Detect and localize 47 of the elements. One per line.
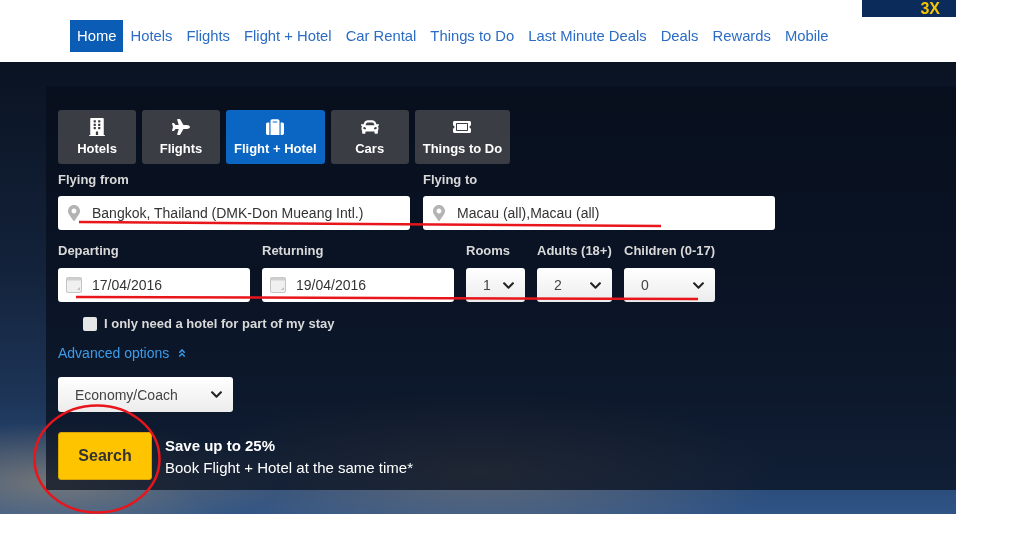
nav-link[interactable]: Home [70, 20, 124, 52]
date-field[interactable]: 17/04/2016 [58, 268, 250, 302]
field-label: Returning [262, 243, 325, 259]
search-tab[interactable]: Cars [330, 110, 409, 164]
calendar-icon [270, 277, 286, 293]
promo-badge: 3X [862, 0, 956, 17]
location-field[interactable]: Bangkok, Thailand (DMK-Don Mueang Intl.) [58, 196, 410, 230]
search-tab[interactable]: Things to Do [414, 110, 511, 164]
calendar-icon [66, 277, 82, 293]
number-dropdown[interactable]: 1 [466, 268, 525, 302]
field-label: Flying from [58, 172, 130, 188]
ticket-icon [453, 118, 472, 136]
nav-link[interactable]: Flight + Hotel [237, 20, 339, 52]
field-label: Departing [58, 243, 120, 259]
location-field[interactable]: Macau (all),Macau (all) [423, 196, 775, 230]
field-label: Rooms [466, 243, 512, 259]
search-tab[interactable]: Hotels [58, 110, 136, 164]
nav-link[interactable]: Rewards [705, 20, 778, 52]
promo-headline: Save up to 25% [165, 436, 277, 454]
checkbox[interactable] [83, 317, 97, 331]
chevron-down-icon [210, 388, 223, 401]
promo-text: Book Flight + Hotel at the same time* [165, 458, 414, 476]
map-pin-icon [66, 205, 82, 221]
field-label: Flying to [423, 172, 479, 188]
nav-link[interactable]: Car Rental [338, 20, 424, 52]
building-icon [88, 118, 106, 136]
nav-link[interactable]: Mobile [777, 20, 836, 52]
car-icon [360, 118, 379, 136]
suitcase-icon [266, 118, 285, 136]
search-tab[interactable]: Flight + Hotel [226, 110, 325, 164]
map-pin-icon [431, 205, 447, 221]
number-dropdown[interactable]: 0 [624, 268, 715, 302]
nav-link[interactable]: Hotels [123, 20, 180, 52]
number-dropdown[interactable]: 2 [537, 268, 612, 302]
field-label: Adults (18+) [537, 243, 612, 259]
checkbox-label: I only need a hotel for part of my stay [104, 316, 335, 332]
nav-link[interactable]: Last Minute Deals [521, 20, 654, 52]
nav-link[interactable]: Flights [179, 20, 238, 52]
date-field[interactable]: 19/04/2016 [262, 268, 454, 302]
search-tab[interactable]: Flights [142, 110, 220, 164]
search-button[interactable]: Search [58, 432, 152, 480]
plane-icon [172, 118, 190, 136]
nav-link[interactable]: Things to Do [423, 20, 522, 52]
field-label: Children (0-17) [624, 243, 715, 259]
advanced-options-link[interactable]: Advanced options [58, 345, 188, 361]
nav-link[interactable]: Deals [653, 20, 706, 52]
cabin-class-dropdown[interactable]: Economy/Coach [58, 377, 233, 412]
